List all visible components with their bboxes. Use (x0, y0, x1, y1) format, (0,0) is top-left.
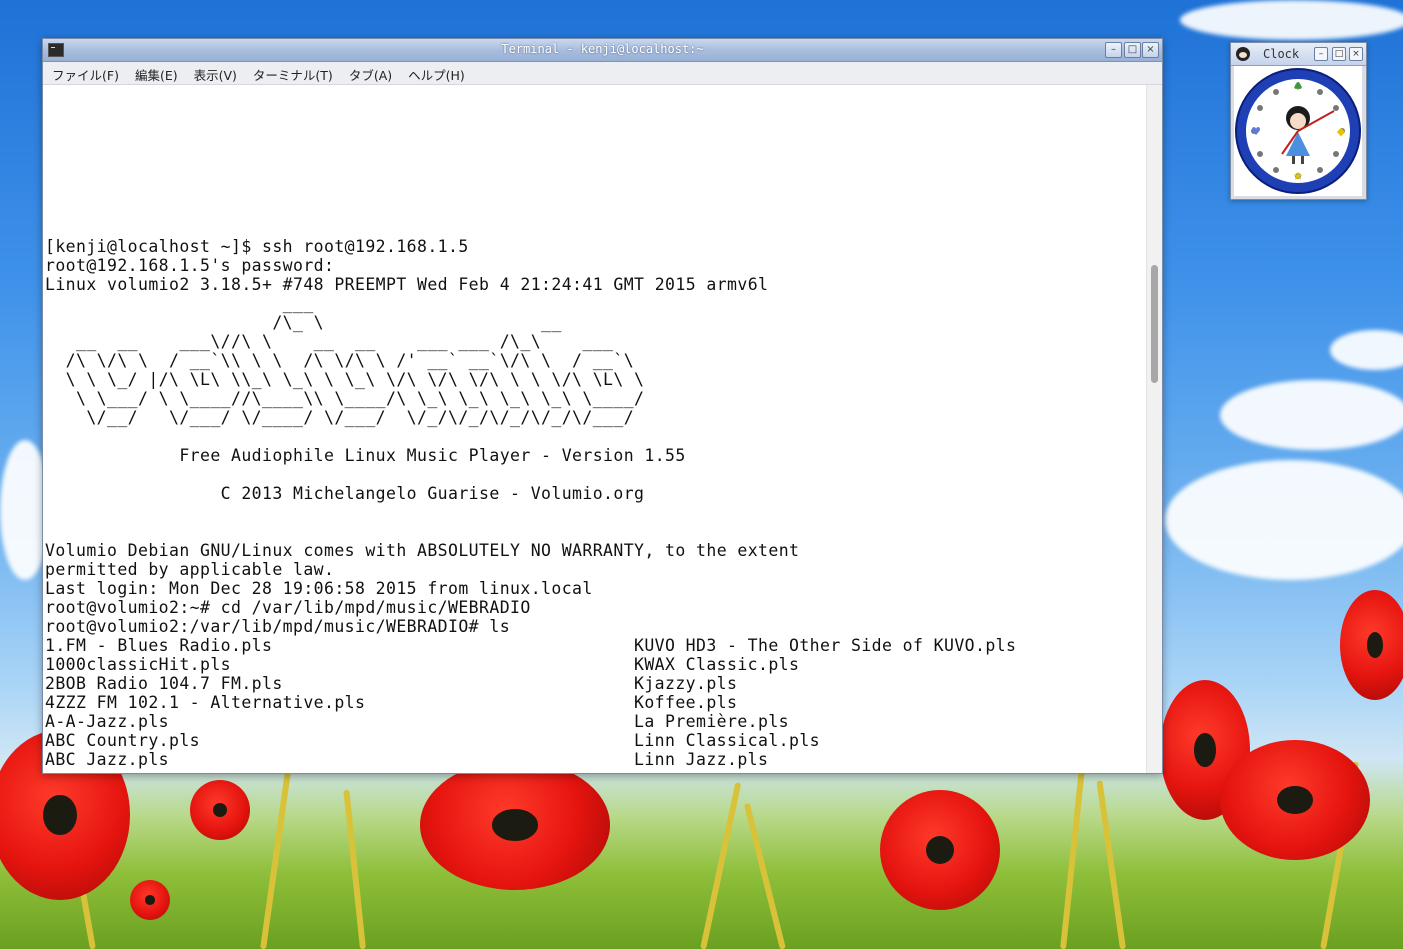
file-entry: 1.FM - Blues Radio.pls (45, 636, 273, 655)
svg-text:♥: ♥ (1251, 125, 1261, 138)
maximize-icon[interactable]: □ (1124, 42, 1141, 58)
file-entry: Linn Classical.pls (634, 731, 821, 750)
file-entry: 4ZZZ FM 102.1 - Alternative.pls (45, 693, 366, 712)
clock-titlebar[interactable]: Clock – □ × (1231, 43, 1366, 66)
wheat-stalk (700, 782, 742, 949)
analog-clock-face: ♣ ★ ♥ ◆ (1234, 66, 1362, 196)
menu-view[interactable]: 表示(V) (185, 62, 244, 84)
minimize-icon[interactable]: – (1314, 47, 1328, 61)
wheat-stalk (743, 802, 786, 949)
menu-edit[interactable]: 編集(E) (126, 62, 185, 84)
poppy-flower (880, 790, 1000, 910)
file-entry: ABC Country.pls (45, 731, 201, 750)
scrollbar[interactable] (1146, 85, 1162, 773)
cloud (1220, 380, 1403, 450)
terminal-line: permitted by applicable law. (45, 560, 335, 579)
poppy-flower (1220, 740, 1370, 860)
poppy-flower (1340, 590, 1403, 700)
terminal-line: root@volumio2:/var/lib/mpd/music/WEBRADI… (45, 617, 511, 636)
file-entry: 1000classicHit.pls (45, 655, 232, 674)
scrollbar-thumb[interactable] (1151, 265, 1158, 383)
svg-text:◆: ◆ (1337, 125, 1346, 138)
poppy-flower (190, 780, 250, 840)
file-entry: Linn Jazz.pls (634, 750, 769, 769)
clock-window[interactable]: Clock – □ × ♣ ★ ♥ ◆ (1230, 42, 1367, 200)
terminal-line: root@192.168.1.5's password: (45, 256, 335, 275)
terminal-line: Linux volumio2 3.18.5+ #748 PREEMPT Wed … (45, 275, 769, 294)
ascii-art-line: \ \ \_/ |/\ \L\ \\_\ \_\ \ \_\ \/\ \/\ \… (45, 370, 645, 389)
cloud (1180, 0, 1403, 40)
cloud (1165, 460, 1403, 580)
wheat-stalk (260, 770, 292, 949)
clock-title: Clock (1263, 47, 1300, 61)
terminal-line: root@volumio2:~# cd /var/lib/mpd/music/W… (45, 598, 531, 617)
clock-graphic: ♣ ★ ♥ ◆ (1235, 68, 1361, 194)
file-entry: KWAX Classic.pls (634, 655, 800, 674)
maximize-icon[interactable]: □ (1332, 47, 1346, 61)
file-entry: A-A-Jazz.pls (45, 712, 170, 731)
wheat-stalk (343, 789, 366, 949)
ascii-art-line: /\_ \ __ (45, 313, 562, 332)
terminal-line: Last login: Mon Dec 28 19:06:58 2015 fro… (45, 579, 593, 598)
window-title: Terminal - kenji@localhost:~ (501, 42, 704, 56)
terminal-line: Volumio Debian GNU/Linux comes with ABSO… (45, 541, 800, 560)
cloud (1330, 330, 1403, 370)
terminal-line: Free Audiophile Linux Music Player - Ver… (45, 446, 686, 465)
terminal-line: C 2013 Michelangelo Guarise - Volumio.or… (45, 484, 645, 503)
ascii-art-line: \/__/ \/___/ \/____/ \/___/ \/_/\/_/\/_/… (45, 408, 635, 427)
file-entry: 2BOB Radio 104.7 FM.pls (45, 674, 283, 693)
clock-app-icon[interactable] (1236, 47, 1250, 61)
menu-tabs[interactable]: タブ(A) (340, 62, 399, 84)
menu-bar: ファイル(F) 編集(E) 表示(V) ターミナル(T) タブ(A) ヘルプ(H) (43, 62, 1162, 85)
svg-text:♣: ♣ (1293, 80, 1303, 93)
poppy-flower (420, 760, 610, 890)
file-entry: ABC Jazz.pls (45, 750, 170, 769)
menu-file[interactable]: ファイル(F) (43, 62, 126, 84)
ascii-art-line: \ \___/ \ \____//\____\\ \____/\ \_\ \_\… (45, 389, 645, 408)
ascii-art-line: __ __ ___\//\ \ __ __ ___ ___ /\_\ ___ (45, 332, 614, 351)
ascii-art-line: ___ (45, 294, 314, 313)
file-entry: KUVO HD3 - The Other Side of KUVO.pls (634, 636, 1017, 655)
terminal-line: [kenji@localhost ~]$ ssh root@192.168.1.… (45, 237, 469, 256)
terminal-titlebar[interactable]: Terminal - kenji@localhost:~ – □ × (43, 39, 1162, 62)
close-icon[interactable]: × (1142, 42, 1159, 58)
file-entry: Koffee.pls (634, 693, 738, 712)
terminal-window[interactable]: Terminal - kenji@localhost:~ – □ × ファイル(… (42, 38, 1163, 774)
wheat-stalk (1096, 780, 1126, 949)
wheat-stalk (1060, 769, 1085, 949)
minimize-icon[interactable]: – (1105, 42, 1122, 58)
close-icon[interactable]: × (1349, 47, 1363, 61)
terminal-output[interactable]: [kenji@localhost ~]$ ssh root@192.168.1.… (45, 85, 1146, 773)
file-entry: Kjazzy.pls (634, 674, 738, 693)
file-entry: La Première.pls (634, 712, 790, 731)
poppy-flower (130, 880, 170, 920)
menu-terminal[interactable]: ターミナル(T) (244, 62, 340, 84)
menu-help[interactable]: ヘルプ(H) (399, 62, 472, 84)
ascii-art-line: /\ \/\ \ / __`\\ \ \ /\ \/\ \ /' __` __`… (45, 351, 635, 370)
svg-text:★: ★ (1293, 169, 1304, 183)
